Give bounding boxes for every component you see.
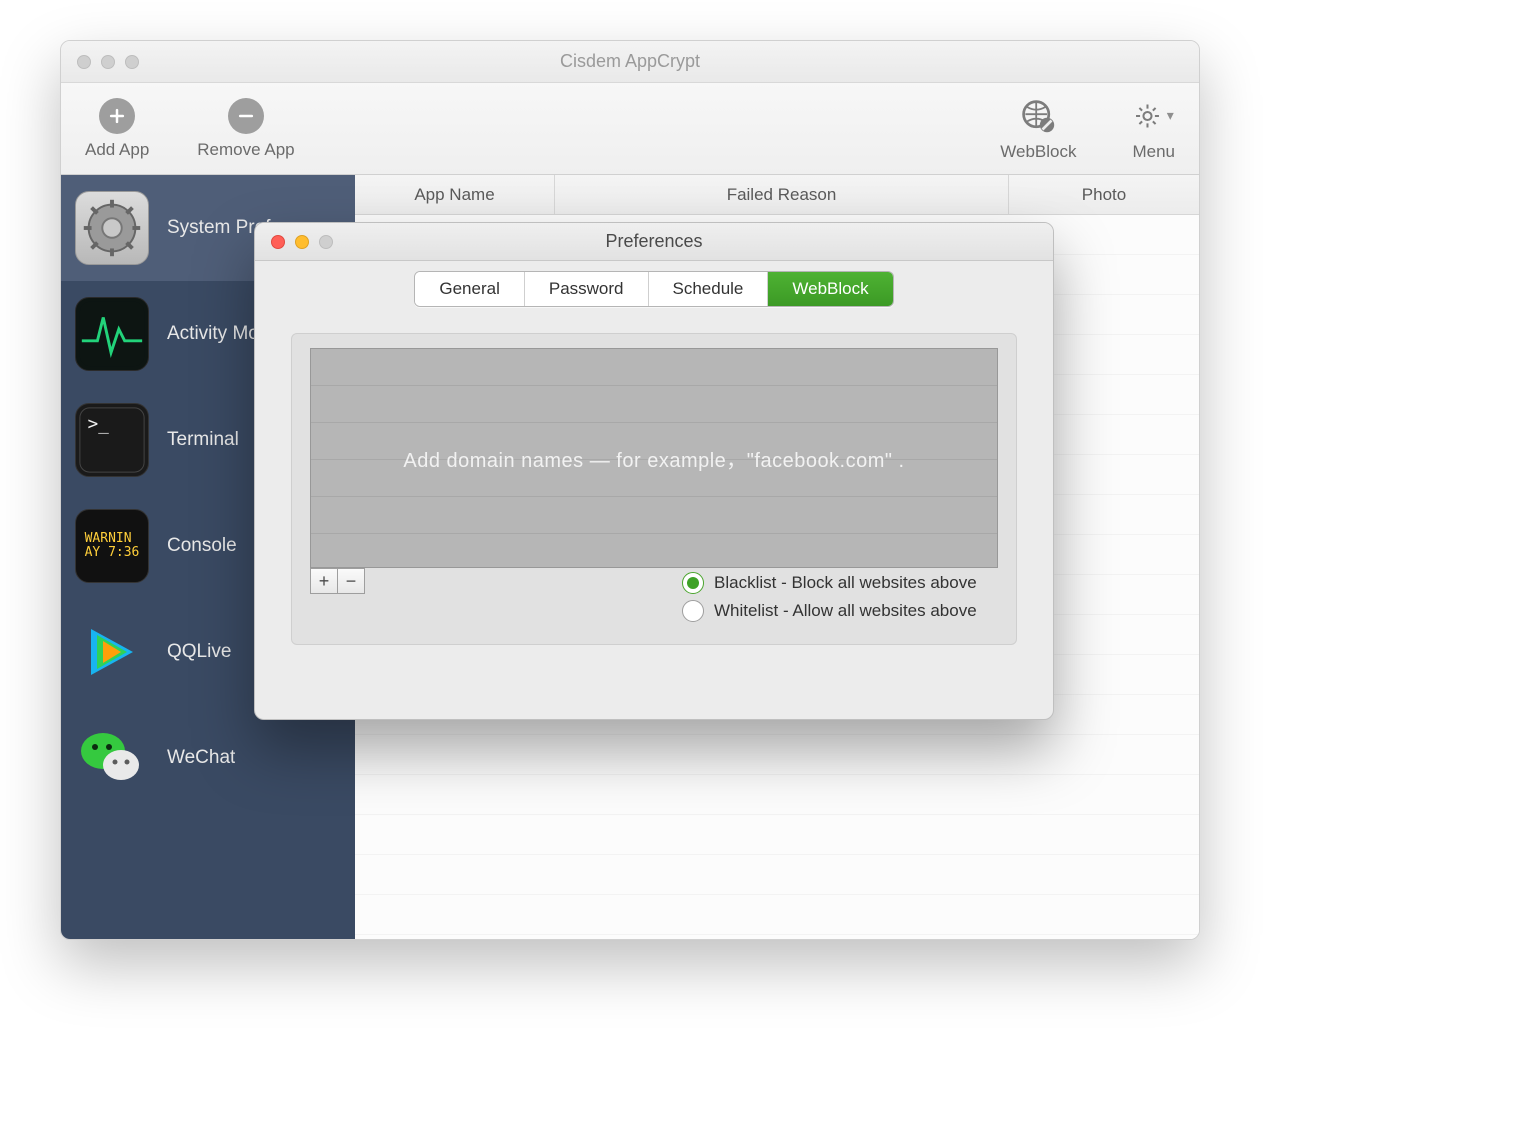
add-domain-button[interactable]: + — [310, 568, 338, 594]
domain-placeholder: Add domain names — for example，"facebook… — [383, 444, 924, 473]
remove-app-label: Remove App — [197, 140, 294, 160]
main-toolbar: Add App Remove App WebBlo — [61, 83, 1199, 175]
column-failed-reason[interactable]: Failed Reason — [555, 175, 1009, 214]
window-title: Cisdem AppCrypt — [61, 51, 1199, 72]
console-icon: WARNIN AY 7:36 — [75, 509, 149, 583]
webblock-label: WebBlock — [1000, 142, 1076, 162]
sidebar-item-label: Console — [167, 535, 237, 557]
preferences-window-controls — [271, 235, 333, 249]
main-titlebar: Cisdem AppCrypt — [61, 41, 1199, 83]
svg-text:>_: >_ — [88, 414, 110, 434]
blacklist-radio[interactable]: Blacklist - Block all websites above — [682, 572, 977, 594]
radio-icon — [682, 572, 704, 594]
add-app-label: Add App — [85, 140, 149, 160]
webblock-panel: Add domain names — for example，"facebook… — [291, 333, 1017, 645]
add-app-button[interactable]: Add App — [85, 98, 149, 160]
qqlive-icon — [75, 615, 149, 689]
tab-password[interactable]: Password — [525, 272, 649, 306]
sidebar-item-label: Terminal — [167, 429, 239, 451]
radio-icon — [682, 600, 704, 622]
close-preferences-button[interactable] — [271, 235, 285, 249]
window-controls — [77, 55, 139, 69]
close-window-button[interactable] — [77, 55, 91, 69]
zoom-preferences-button[interactable] — [319, 235, 333, 249]
column-app-name[interactable]: App Name — [355, 175, 555, 214]
terminal-icon: >_ — [75, 403, 149, 477]
minus-icon — [228, 98, 264, 134]
console-icon-text: WARNIN AY 7:36 — [81, 528, 144, 565]
whitelist-label: Whitelist - Allow all websites above — [714, 601, 977, 621]
minimize-window-button[interactable] — [101, 55, 115, 69]
preferences-tabs: General Password Schedule WebBlock — [255, 271, 1053, 307]
globe-blocked-icon — [1018, 96, 1058, 136]
system-preferences-icon — [75, 191, 149, 265]
remove-app-button[interactable]: Remove App — [197, 98, 294, 160]
chevron-down-icon: ▾ — [1167, 107, 1174, 124]
domain-add-remove: + − — [310, 568, 364, 594]
menu-label: Menu — [1132, 142, 1175, 162]
preferences-titlebar: Preferences — [255, 223, 1053, 261]
blocklist-mode-group: Blacklist - Block all websites above Whi… — [682, 572, 977, 628]
domain-list[interactable]: Add domain names — for example，"facebook… — [310, 348, 998, 568]
sidebar-item-label: WeChat — [167, 747, 235, 769]
tab-schedule[interactable]: Schedule — [649, 272, 769, 306]
remove-domain-button[interactable]: − — [337, 568, 365, 594]
minimize-preferences-button[interactable] — [295, 235, 309, 249]
zoom-window-button[interactable] — [125, 55, 139, 69]
menu-button[interactable]: ▾ Menu — [1132, 96, 1175, 162]
webblock-button[interactable]: WebBlock — [1000, 96, 1076, 162]
wechat-icon — [75, 721, 149, 795]
gear-icon: ▾ — [1134, 96, 1174, 136]
table-header: App Name Failed Reason Photo — [355, 175, 1199, 215]
activity-monitor-icon — [75, 297, 149, 371]
whitelist-radio[interactable]: Whitelist - Allow all websites above — [682, 600, 977, 622]
tab-general[interactable]: General — [415, 272, 524, 306]
plus-icon — [99, 98, 135, 134]
column-photo[interactable]: Photo — [1009, 175, 1199, 214]
sidebar-item-label: QQLive — [167, 641, 231, 663]
sidebar-item-wechat[interactable]: WeChat — [61, 705, 355, 811]
tab-webblock[interactable]: WebBlock — [768, 272, 892, 306]
preferences-title: Preferences — [255, 231, 1053, 252]
preferences-window: Preferences General Password Schedule We… — [254, 222, 1054, 720]
blacklist-label: Blacklist - Block all websites above — [714, 573, 977, 593]
